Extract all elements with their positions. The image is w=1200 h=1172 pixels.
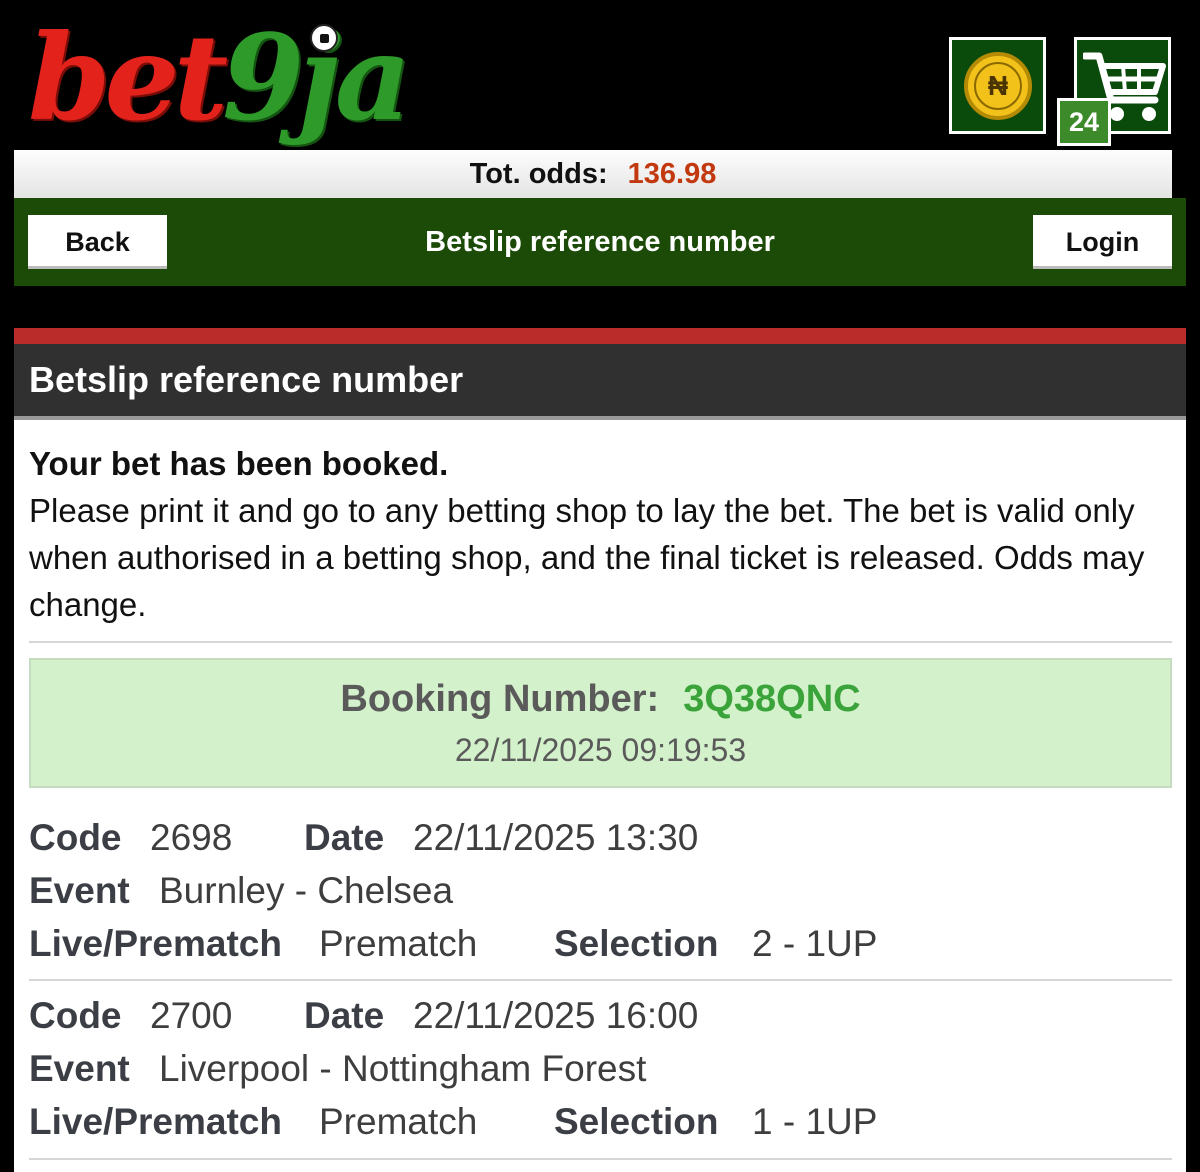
bet-row-live-selection: Live/Prematch Prematch Selection 1 - 1UP (29, 1097, 1129, 1147)
bet-event: Liverpool - Nottingham Forest (159, 1048, 647, 1089)
booking-message: Your bet has been booked. Please print i… (29, 440, 1174, 628)
bet-row-event: Event Liverpool - Nottingham Forest (29, 1044, 1129, 1094)
nav-title: Betslip reference number (425, 226, 775, 258)
bet-row-live-selection: Live/Prematch Prematch Selection 2 - 1UP (29, 919, 1129, 969)
login-button[interactable]: Login (1033, 215, 1172, 269)
naira-coin-icon: ₦ (964, 52, 1032, 120)
navigation-bar: Back Betslip reference number Login (14, 198, 1186, 286)
booking-message-title: Your bet has been booked. (29, 445, 449, 482)
total-odds-value: 136.98 (627, 158, 717, 190)
back-button[interactable]: Back (28, 215, 167, 269)
code-label: Code (29, 995, 122, 1036)
main-content: Your bet has been booked. Please print i… (14, 420, 1186, 1172)
logo-bet-text: bet (28, 8, 228, 147)
booking-timestamp: 22/11/2025 09:19:53 (454, 732, 747, 768)
event-label: Event (29, 1048, 130, 1089)
date-label: Date (304, 817, 385, 858)
live-prematch-label: Live/Prematch (29, 923, 282, 964)
bet-row-code-date: Code 2700 Date 22/11/2025 16:00 (29, 991, 1129, 1041)
bet-selection: 2 - 1UP (752, 923, 878, 964)
bet-selection: 1 - 1UP (752, 1101, 878, 1142)
section-title: Betslip reference number (14, 344, 1186, 420)
selection-label: Selection (554, 923, 719, 964)
bet-live-prematch: Prematch (319, 1101, 478, 1142)
bet-date: 22/11/2025 16:00 (413, 995, 699, 1036)
booking-number-box: Booking Number: 3Q38QNC 22/11/2025 09:19:… (29, 658, 1172, 788)
bet-date: 22/11/2025 13:30 (413, 817, 699, 858)
live-prematch-label: Live/Prematch (29, 1101, 282, 1142)
bet9ja-logo[interactable]: bet9ja (28, 8, 411, 147)
total-odds-label: Tot. odds: (469, 158, 608, 190)
football-icon (310, 24, 338, 52)
bet-row-code-date: Code 2698 Date 22/11/2025 13:30 (29, 813, 1129, 863)
bet-row-event: Event Burnley - Chelsea (29, 866, 1129, 916)
divider (29, 979, 1172, 981)
total-odds-bar: Tot. odds: 136.98 (14, 150, 1172, 198)
bet-event: Burnley - Chelsea (159, 870, 454, 911)
booking-number-label: Booking Number: (340, 678, 660, 720)
app-header: bet9ja ₦ 24 (0, 0, 1200, 148)
divider (29, 1158, 1172, 1160)
booking-message-body: Please print it and go to any betting sh… (29, 492, 1145, 623)
divider (29, 641, 1172, 643)
date-label: Date (304, 995, 385, 1036)
cart-count-badge: 24 (1057, 98, 1111, 146)
section-accent-strip (14, 328, 1186, 344)
bet-code: 2698 (150, 817, 233, 858)
bet-live-prematch: Prematch (319, 923, 478, 964)
bet-code: 2700 (150, 995, 233, 1036)
event-label: Event (29, 870, 130, 911)
wallet-button[interactable]: ₦ (949, 37, 1046, 134)
code-label: Code (29, 817, 122, 858)
naira-symbol: ₦ (974, 62, 1022, 110)
selection-label: Selection (554, 1101, 719, 1142)
booking-number-value[interactable]: 3Q38QNC (683, 678, 860, 720)
